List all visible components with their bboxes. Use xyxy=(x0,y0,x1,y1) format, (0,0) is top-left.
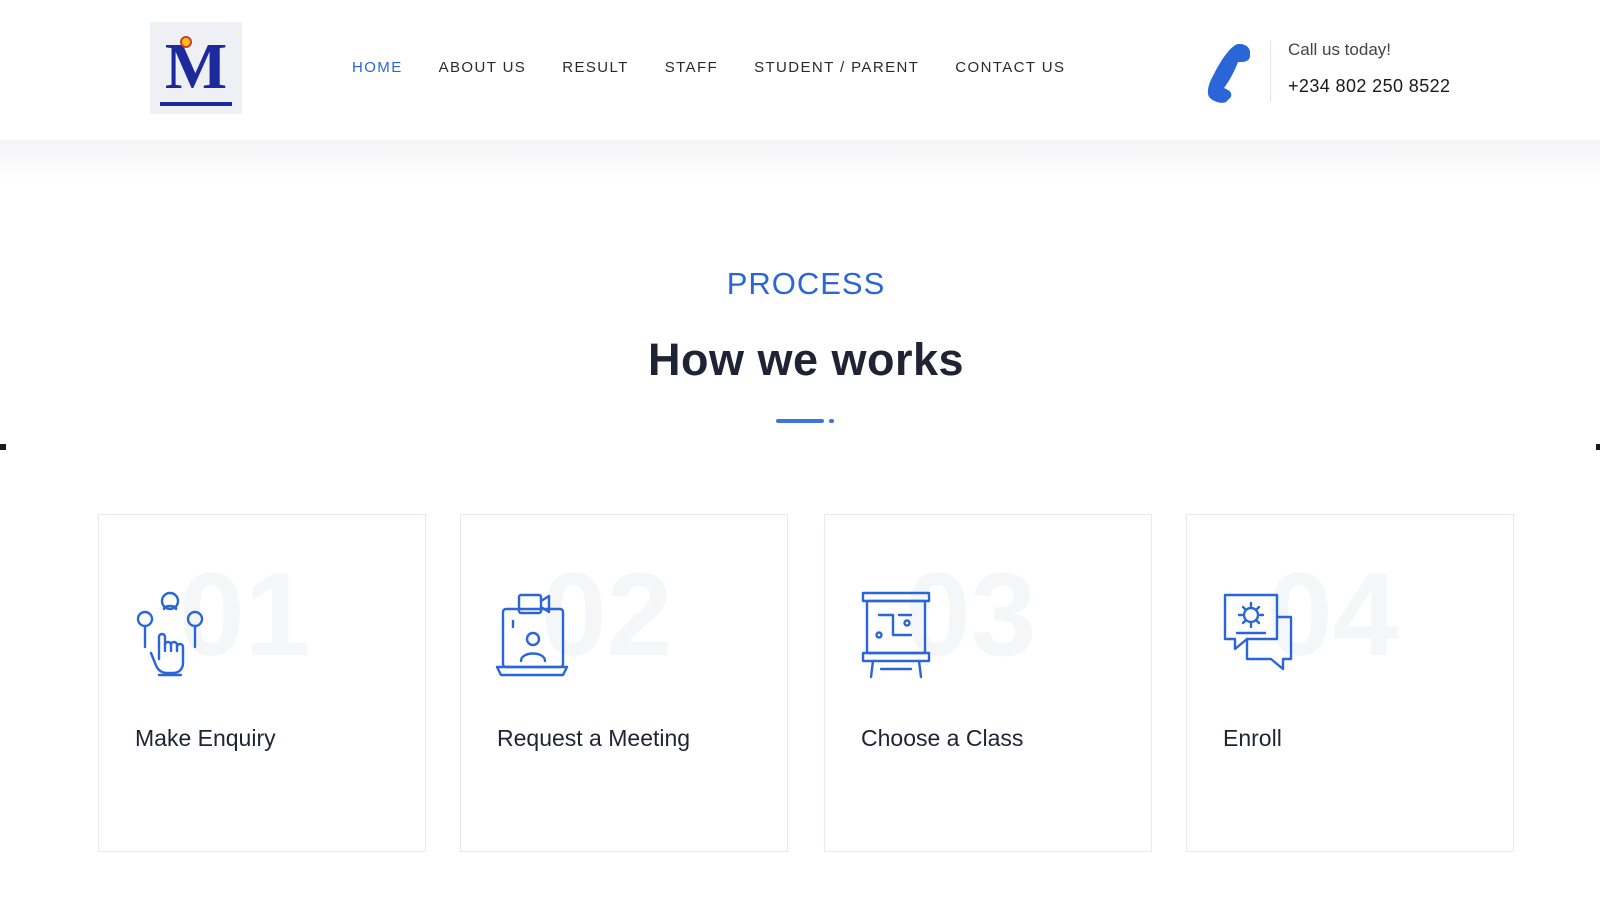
meeting-icon xyxy=(495,593,569,677)
enquiry-icon xyxy=(136,591,204,677)
logo-underline xyxy=(160,102,232,106)
section-title: How we works xyxy=(647,334,965,385)
step-card-class[interactable]: 03 Choose a Class xyxy=(824,514,1152,852)
step-label: Make Enquiry xyxy=(135,725,276,751)
logo-letter: M xyxy=(164,30,228,103)
section-eyebrow: PROCESS xyxy=(726,266,886,301)
nav-student-parent[interactable]: STUDENT / PARENT xyxy=(754,58,919,78)
nav-about-us[interactable]: ABOUT US xyxy=(439,58,527,78)
edge-marker-left xyxy=(0,444,6,450)
phone-icon[interactable] xyxy=(1200,40,1256,104)
school-logo[interactable]: M xyxy=(150,22,242,114)
step-card-meeting[interactable]: 02 Request a Meeting xyxy=(460,514,788,852)
step-card-enroll[interactable]: 04 Enroll xyxy=(1186,514,1514,852)
header-shadow xyxy=(0,140,1600,180)
step-label: Enroll xyxy=(1223,725,1282,751)
enroll-chat-icon xyxy=(1223,593,1293,671)
step-label: Request a Meeting xyxy=(497,725,691,751)
process-steps: 01 Make Enquiry 02 Request a Meeting 03 … xyxy=(98,514,1514,854)
call-label: Call us today! xyxy=(1288,40,1391,59)
contact-divider xyxy=(1270,40,1271,102)
edge-marker-right xyxy=(1596,444,1600,450)
step-card-enquiry[interactable]: 01 Make Enquiry xyxy=(98,514,426,852)
nav-home[interactable]: HOME xyxy=(352,58,403,78)
step-label: Choose a Class xyxy=(861,725,1024,751)
nav-staff[interactable]: STAFF xyxy=(665,58,718,78)
logo-emblem-icon xyxy=(180,36,192,48)
nav-result[interactable]: RESULT xyxy=(562,58,628,78)
main-nav: HOME ABOUT US RESULT STAFF STUDENT / PAR… xyxy=(352,58,1101,78)
title-underline-dot xyxy=(829,419,834,423)
site-header: M HOME ABOUT US RESULT STAFF STUDENT / P… xyxy=(0,0,1600,140)
call-number[interactable]: +234 802 250 8522 xyxy=(1288,76,1450,97)
class-board-icon xyxy=(861,591,931,679)
nav-contact-us[interactable]: CONTACT US xyxy=(955,58,1065,78)
title-underline xyxy=(776,419,824,423)
logo-mark: M xyxy=(156,28,236,108)
